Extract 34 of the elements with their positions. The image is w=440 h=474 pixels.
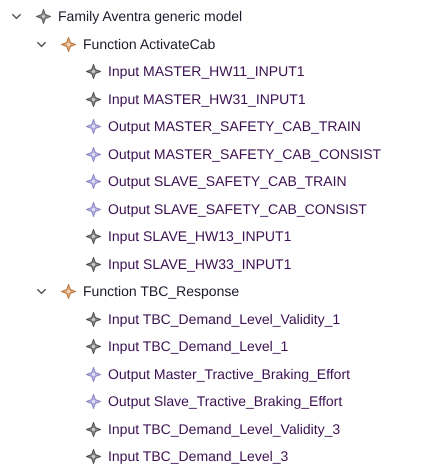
star-icon bbox=[86, 312, 101, 327]
star-icon bbox=[86, 339, 101, 354]
star-icon bbox=[86, 422, 101, 437]
star-icon bbox=[86, 64, 101, 80]
tree-item-label[interactable]: Input MASTER_HW11_INPUT1 bbox=[108, 61, 305, 82]
tree-item-label[interactable]: Output MASTER_SAFETY_CAB_CONSIST bbox=[108, 144, 382, 165]
star-icon bbox=[86, 119, 101, 134]
tree-item-label[interactable]: Output Slave_Tractive_Braking_Effort bbox=[108, 391, 342, 412]
tree-item-label[interactable]: Input TBC_Demand_Level_1 bbox=[108, 336, 288, 358]
star-icon bbox=[86, 202, 101, 217]
tree-item-label[interactable]: Input SLAVE_HW33_INPUT1 bbox=[108, 254, 292, 275]
tree-item-label[interactable]: Output MASTER_SAFETY_CAB_TRAIN bbox=[108, 116, 361, 138]
star-icon bbox=[86, 229, 101, 244]
tree-item-label[interactable]: Family Aventra generic model bbox=[58, 6, 242, 28]
tree-item-label[interactable]: Output SLAVE_SAFETY_CAB_CONSIST bbox=[108, 198, 367, 220]
star-icon bbox=[86, 449, 101, 464]
tree-item-label[interactable]: Input TBC_Demand_Level_3 bbox=[108, 446, 288, 468]
star-icon bbox=[86, 146, 101, 162]
star-icon bbox=[86, 92, 101, 107]
star-icon bbox=[61, 36, 76, 52]
star-icon bbox=[86, 394, 101, 410]
tree-item-label[interactable]: Input SLAVE_HW13_INPUT1 bbox=[108, 226, 292, 248]
star-icon bbox=[86, 174, 101, 190]
tree-item-label[interactable]: Output SLAVE_SAFETY_CAB_TRAIN bbox=[108, 171, 347, 192]
tree-item-label[interactable]: Function ActivateCab bbox=[83, 34, 216, 55]
tree-item-label[interactable]: Output Master_Tractive_Braking_Effort bbox=[108, 364, 350, 385]
star-icon bbox=[86, 366, 101, 382]
star-icon bbox=[36, 9, 51, 24]
tree-item-label[interactable]: Input TBC_Demand_Level_Validity_3 bbox=[108, 418, 340, 440]
star-icon bbox=[61, 284, 76, 300]
tree-item-label[interactable]: Input TBC_Demand_Level_Validity_1 bbox=[108, 308, 340, 330]
tree-item-label[interactable]: Function TBC_Response bbox=[83, 281, 240, 302]
tree-item-label[interactable]: Input MASTER_HW31_INPUT1 bbox=[108, 88, 306, 110]
star-icon bbox=[86, 256, 101, 272]
